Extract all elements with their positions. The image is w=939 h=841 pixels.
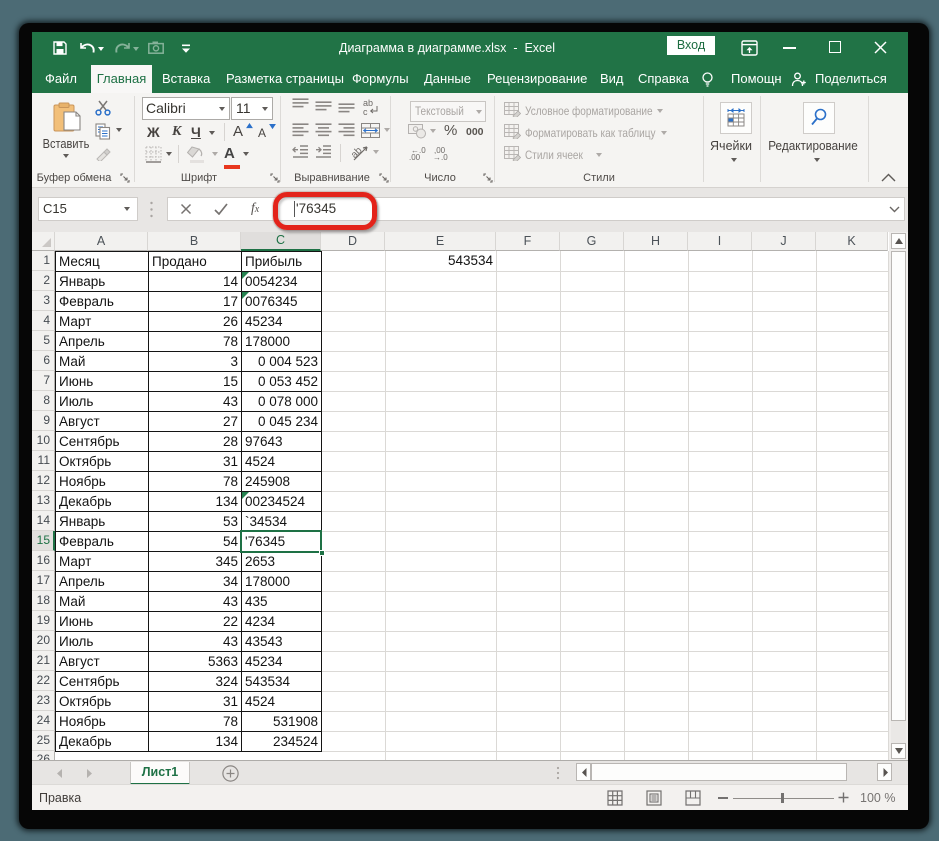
svg-text:c: c	[363, 107, 368, 116]
svg-text:ab: ab	[350, 145, 365, 161]
svg-text:,00: ,00	[409, 153, 421, 160]
svg-text:→,0: →,0	[433, 153, 448, 160]
